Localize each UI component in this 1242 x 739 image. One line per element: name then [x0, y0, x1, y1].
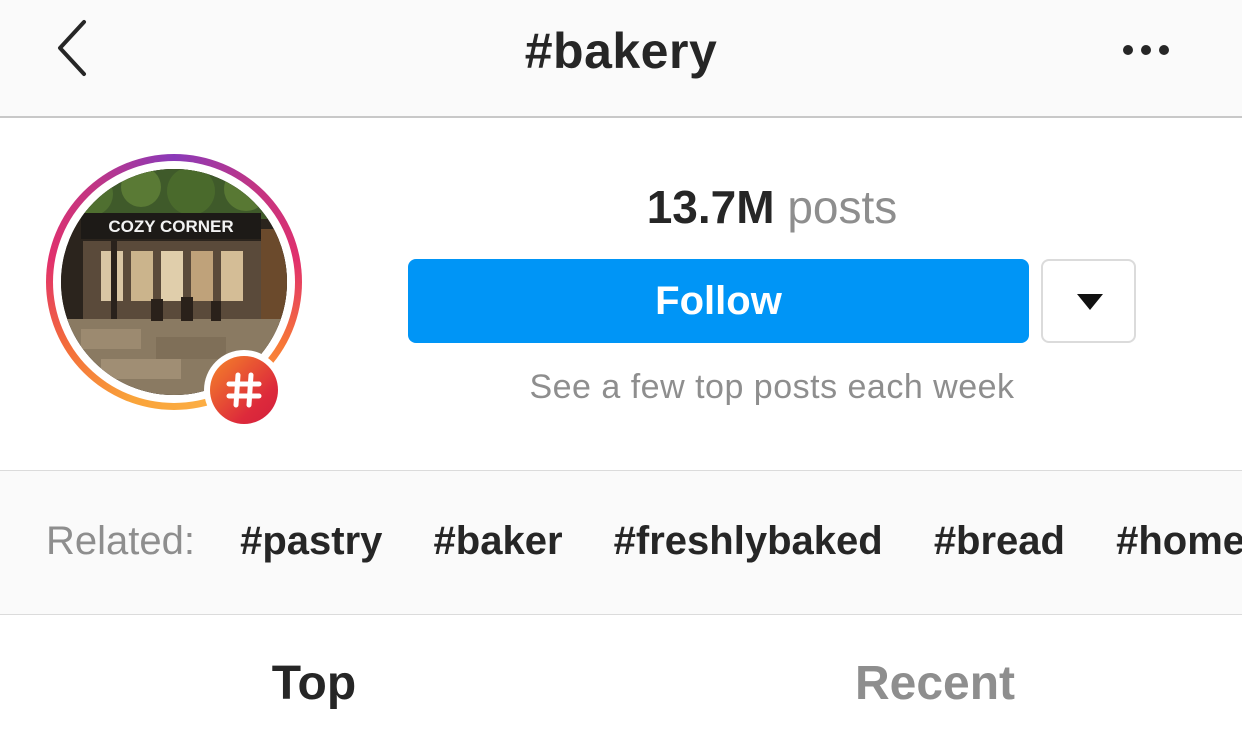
hashtag-avatar[interactable]: COZY CORNER — [46, 154, 302, 430]
page-title: #bakery — [524, 23, 718, 79]
tab-top[interactable]: Top — [0, 656, 628, 711]
tab-recent[interactable]: Recent — [628, 656, 1242, 711]
related-tag[interactable]: #freshlybaked — [614, 519, 883, 563]
hashtag-header: COZY CORNER 13.7M posts Follow See a few… — [0, 120, 1242, 470]
more-horizontal-icon — [1123, 45, 1169, 55]
related-tag[interactable]: #bread — [934, 519, 1065, 563]
related-tag[interactable]: #pastry — [240, 519, 382, 563]
post-count-label: posts — [787, 181, 898, 233]
post-count-value: 13.7M — [646, 181, 775, 233]
related-tag[interactable]: #homemade — [1116, 519, 1242, 563]
hashtag-icon — [226, 372, 262, 408]
hashtag-badge-fill — [210, 356, 278, 424]
follow-options-button[interactable] — [1041, 259, 1136, 343]
feed-tabs: Top Recent — [0, 616, 1242, 739]
avatar-sign-text: COZY CORNER — [108, 217, 233, 236]
related-hashtags-row: Related: #pastry #baker #freshlybaked #b… — [46, 519, 1242, 564]
related-label: Related: — [46, 519, 195, 563]
caret-down-icon — [1077, 294, 1103, 310]
follow-hint: See a few top posts each week — [529, 368, 1015, 406]
hashtag-badge — [204, 350, 284, 430]
related-tag[interactable]: #baker — [434, 519, 563, 563]
follow-button[interactable]: Follow — [408, 259, 1029, 343]
related-hashtags-bar[interactable]: Related: #pastry #baker #freshlybaked #b… — [0, 470, 1242, 615]
more-options-button[interactable] — [1118, 30, 1174, 70]
post-count: 13.7M posts — [408, 180, 1136, 234]
nav-bar: #bakery — [0, 0, 1242, 118]
